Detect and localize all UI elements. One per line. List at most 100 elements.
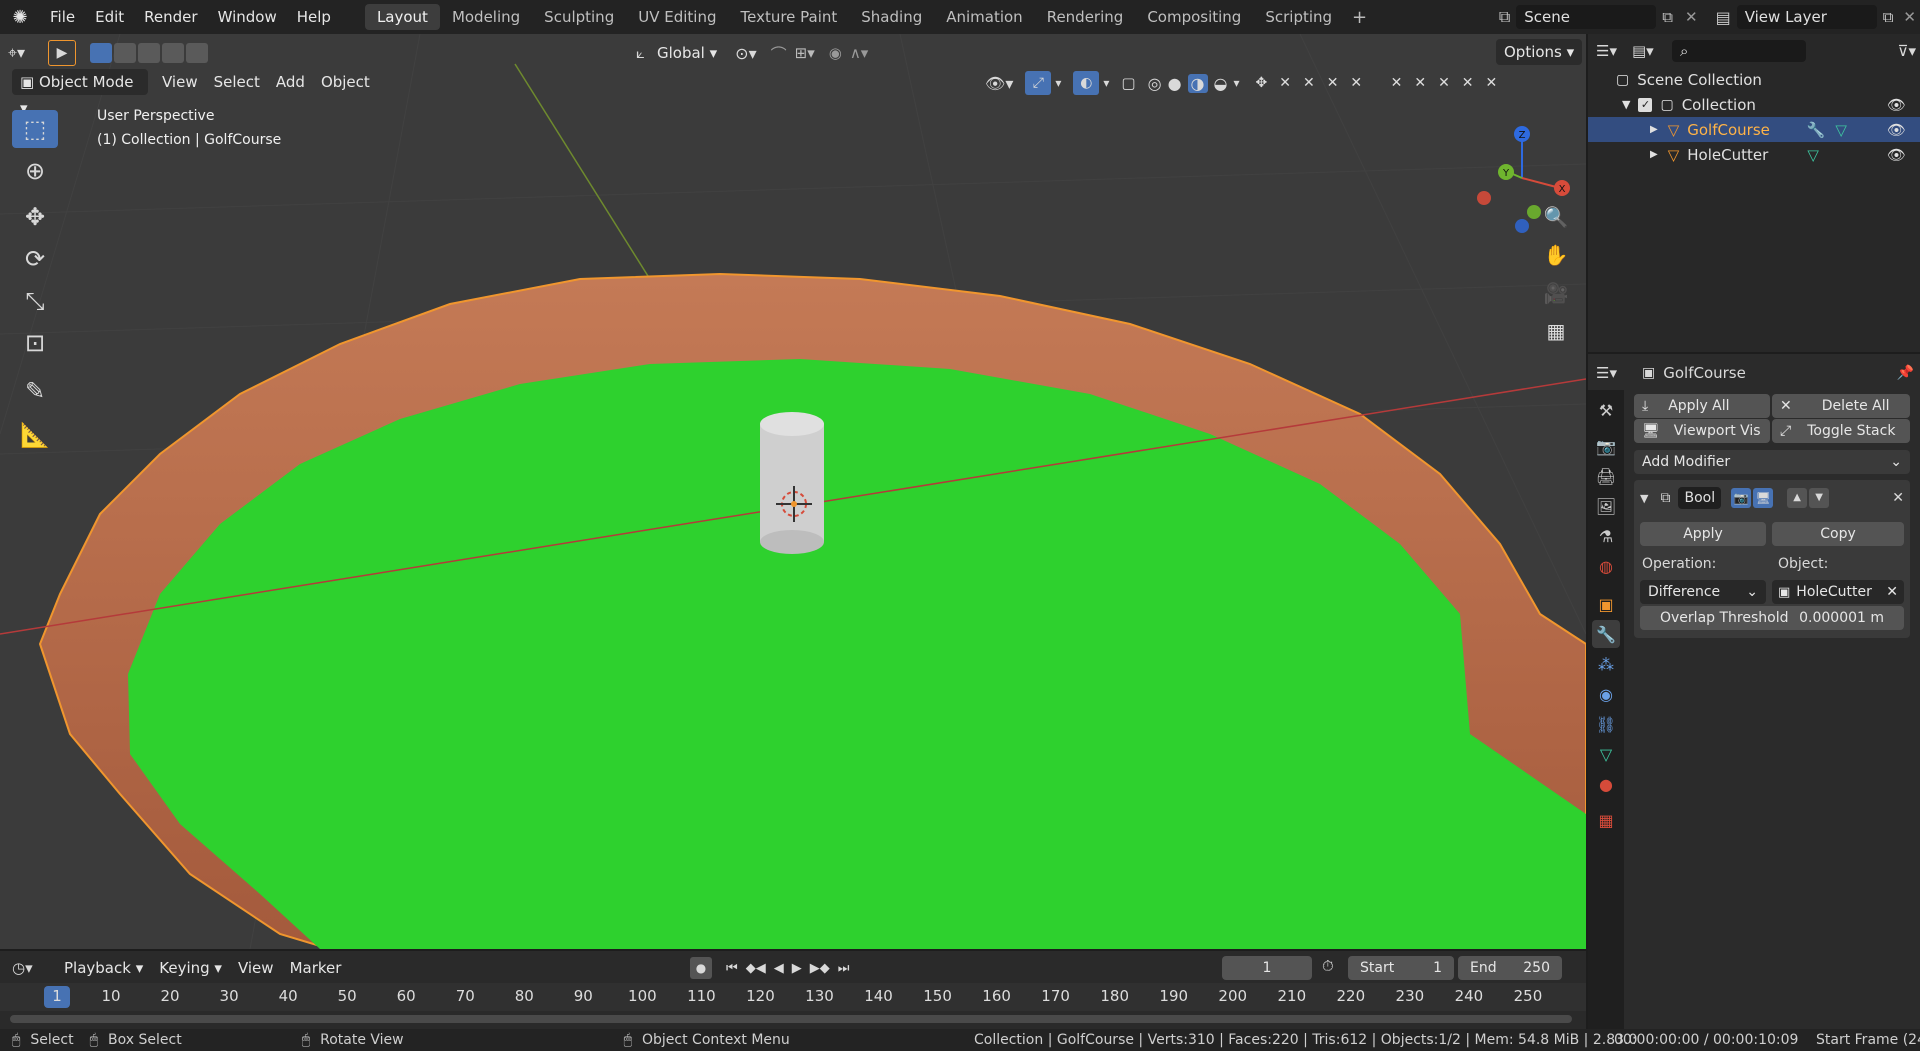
transform-tool[interactable]: ⊡ (12, 324, 58, 362)
tab-rendering[interactable]: Rendering (1035, 4, 1136, 30)
select-mode-intersect-icon[interactable] (186, 43, 208, 63)
selectability-toggles[interactable]: ✥✕✕✕✕ ✕✕✕✕✕ (1256, 75, 1510, 91)
falloff-icon[interactable]: ∧▾ (850, 44, 869, 62)
timeline-view-menu[interactable]: View (230, 955, 282, 981)
tab-modeling[interactable]: Modeling (440, 4, 532, 30)
mode-dropdown[interactable]: ▣ Object Mode ▾ (12, 69, 148, 117)
keying-menu[interactable]: Keying ▾ (151, 955, 230, 981)
record-icon[interactable]: ● (690, 957, 712, 979)
tab-shading[interactable]: Shading (849, 4, 934, 30)
menu-add[interactable]: Add (268, 69, 313, 95)
apply-all-button[interactable]: ⤓ Apply All (1634, 394, 1770, 418)
constraints-tab-icon[interactable]: ⛓ (1592, 710, 1620, 738)
timeline-editor-type-icon[interactable]: ◷▾ (12, 959, 56, 977)
xray-icon[interactable]: ▢ (1121, 74, 1135, 92)
world-tab-icon[interactable]: ◍ (1592, 552, 1620, 580)
shading-dropdown-icon[interactable]: ▾ (1233, 76, 1239, 90)
toggle-stack-button[interactable]: ⤢ Toggle Stack (1772, 419, 1910, 443)
overlay-toggle-icon[interactable]: ◐ (1073, 71, 1100, 95)
material-tab-icon[interactable]: ● (1592, 770, 1620, 798)
end-frame-field[interactable]: End 250 (1458, 956, 1562, 980)
menu-render[interactable]: Render (134, 0, 207, 34)
menu-help[interactable]: Help (287, 0, 341, 34)
delete-scene-icon[interactable]: ✕ (1679, 8, 1704, 26)
viewport-vis-button[interactable]: 🖥 Viewport Vis (1634, 419, 1770, 443)
remove-modifier-icon[interactable]: ✕ (1892, 490, 1904, 506)
3d-viewport[interactable]: ⌖▾ ▶ ⟀ Global ▾ ⊙▾ ⌒ ⊞▾ ◉ ∧▾ Options ▾ ▣… (0, 34, 1586, 949)
preview-range-icon[interactable]: ⏱ (1322, 957, 1334, 975)
start-frame-field[interactable]: Start 1 (1348, 956, 1454, 980)
expand-holecutter-icon[interactable]: ▶ (1650, 149, 1658, 160)
jump-start-icon[interactable]: ⏮ (726, 961, 738, 976)
tab-layout[interactable]: Layout (364, 4, 440, 30)
select-tool-icon[interactable]: ▶ (48, 40, 76, 66)
select-box-tool[interactable]: ⬚ (12, 110, 58, 148)
tab-sculpting[interactable]: Sculpting (532, 4, 626, 30)
current-frame-field[interactable]: 1 (1222, 956, 1312, 980)
select-mode-invert-icon[interactable] (162, 43, 184, 63)
add-workspace-icon[interactable]: + (1344, 7, 1375, 28)
collection-checkbox[interactable]: ✓ (1638, 97, 1653, 112)
add-modifier-dropdown[interactable]: Add Modifier ⌄ (1634, 450, 1910, 474)
menu-view[interactable]: View (154, 69, 206, 95)
menu-file[interactable]: File (40, 0, 85, 34)
expand-collection-icon[interactable]: ▼ (1622, 98, 1630, 111)
shading-wireframe-icon[interactable]: ◎ (1148, 74, 1162, 93)
apply-modifier-button[interactable]: Apply (1640, 522, 1766, 546)
new-scene-icon[interactable]: ⧉ (1656, 8, 1679, 26)
play-icon[interactable]: ▶ (792, 961, 802, 976)
particles-tab-icon[interactable]: ⁂ (1592, 650, 1620, 678)
menu-window[interactable]: Window (208, 0, 287, 34)
proportional-edit-icon[interactable]: ◉ (829, 44, 842, 62)
collapse-modifier-icon[interactable]: ▼ (1640, 492, 1648, 505)
tab-animation[interactable]: Animation (934, 4, 1034, 30)
camera-view-icon[interactable]: 🎥 (1541, 278, 1571, 308)
object-tab-icon[interactable]: ▣ (1592, 590, 1620, 618)
object-field[interactable]: ▣ HoleCutter ✕ (1772, 580, 1904, 604)
physics-tab-icon[interactable]: ◉ (1592, 680, 1620, 708)
tab-compositing[interactable]: Compositing (1135, 4, 1253, 30)
mesh-data-icon[interactable]: ▽ (1807, 146, 1819, 164)
modifier-name-field[interactable]: Bool (1678, 487, 1722, 509)
scene-name-field[interactable]: Scene (1516, 5, 1657, 29)
zoom-icon[interactable]: 🔍 (1541, 202, 1571, 232)
select-mode-subtract-icon[interactable] (138, 43, 160, 63)
render-toggle-icon[interactable]: 📷 (1731, 488, 1752, 508)
pan-hand-icon[interactable]: ✋ (1541, 240, 1571, 270)
expand-golfcourse-icon[interactable]: ▶ (1650, 124, 1658, 135)
view-layer-tab-icon[interactable]: 🖼 (1592, 492, 1620, 520)
menu-select[interactable]: Select (206, 69, 268, 95)
visibility-icon[interactable]: 👁▾ (985, 74, 1013, 93)
cursor-tool[interactable]: ⊕ (12, 152, 58, 190)
shading-rendered-icon[interactable]: ◒ (1214, 74, 1228, 93)
outliner-scene-collection[interactable]: ▢ Scene Collection (1588, 67, 1920, 92)
outliner-collection[interactable]: ▼ ✓ ▢ Collection 👁 (1588, 92, 1920, 117)
display-mode-icon[interactable]: ▤▾ (1632, 42, 1672, 60)
ortho-grid-icon[interactable]: ▦ (1541, 316, 1571, 346)
outliner-object-golfcourse[interactable]: ▶ ▽ GolfCourse 🔧 ▽ 👁 (1588, 117, 1920, 142)
blender-logo-icon[interactable]: ✺ (0, 7, 40, 28)
move-tool[interactable]: ✥ (12, 198, 58, 236)
mesh-data-icon[interactable]: ▽ (1835, 121, 1847, 139)
play-reverse-icon[interactable]: ◀ (774, 961, 784, 976)
pivot-point-icon[interactable]: ⊙▾ (735, 44, 756, 63)
overlay-dropdown-icon[interactable]: ▾ (1103, 76, 1109, 90)
scene-selector-icon[interactable]: ⧉ (1493, 7, 1516, 27)
collection-visibility-icon[interactable]: 👁 (1887, 96, 1906, 114)
tool-tab-icon[interactable]: ⚒ (1592, 396, 1620, 424)
outliner-object-holecutter[interactable]: ▶ ▽ HoleCutter ▽ 👁 (1588, 142, 1920, 167)
properties-editor-type-icon[interactable]: ☰▾ (1596, 364, 1642, 382)
measure-tool[interactable]: 📐 (12, 416, 58, 454)
options-dropdown[interactable]: Options ▾ (1496, 39, 1583, 65)
jump-end-icon[interactable]: ⏭ (838, 961, 850, 976)
timeline-scrollbar[interactable] (10, 1015, 1572, 1023)
prev-keyframe-icon[interactable]: ◆◀ (746, 961, 766, 976)
next-keyframe-icon[interactable]: ▶◆ (810, 961, 830, 976)
tab-texture-paint[interactable]: Texture Paint (728, 4, 849, 30)
texture-tab-icon[interactable]: ▦ (1592, 806, 1620, 834)
playback-menu[interactable]: Playback ▾ (56, 955, 151, 981)
new-view-layer-icon[interactable]: ⧉ (1877, 8, 1900, 26)
gizmo-dropdown-icon[interactable]: ▾ (1055, 76, 1061, 90)
select-mode-new-icon[interactable] (90, 43, 112, 63)
editor-type-icon[interactable]: ⌖▾ (8, 43, 48, 63)
